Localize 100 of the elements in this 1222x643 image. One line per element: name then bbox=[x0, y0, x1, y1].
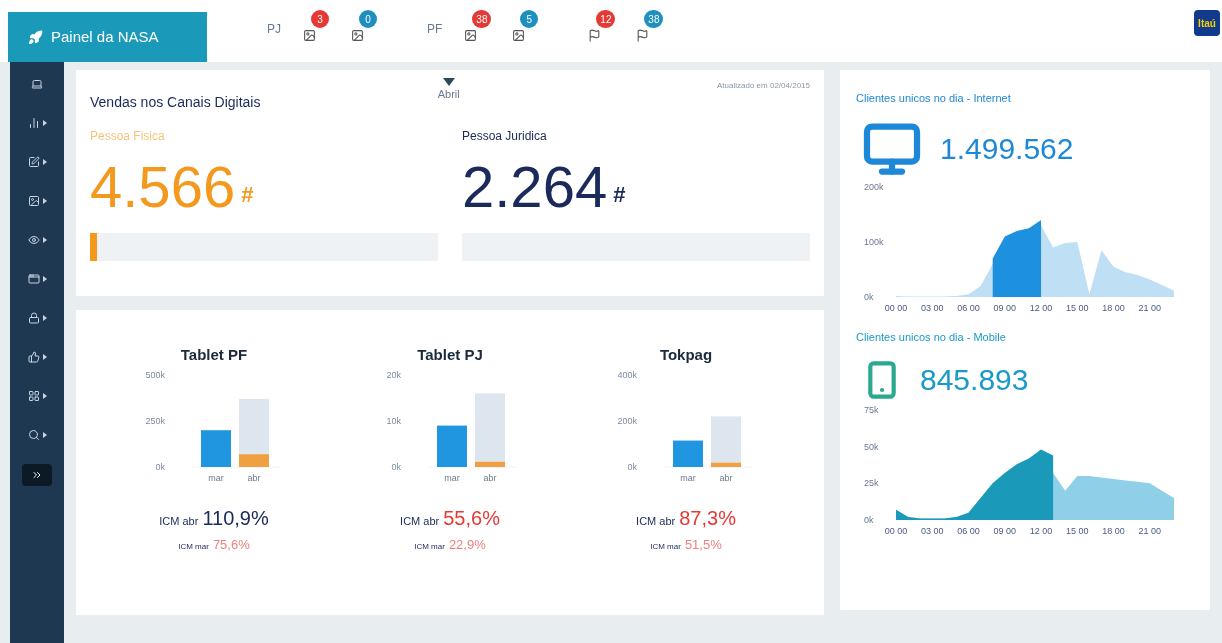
laptop-icon bbox=[31, 77, 43, 90]
count-badge: 5 bbox=[520, 10, 539, 28]
axis-label: 15 00 bbox=[1066, 526, 1089, 536]
image-icon bbox=[27, 194, 40, 207]
axis-label: mar bbox=[680, 472, 696, 483]
axis-label: 75k bbox=[864, 405, 879, 415]
count-badge: 38 bbox=[472, 10, 492, 28]
axis-label: 03 00 bbox=[921, 302, 944, 313]
segment-label: Pessoa Fisica bbox=[90, 128, 166, 145]
axis-label: 0k bbox=[627, 461, 637, 472]
updated-text: Atualizado em 02/04/2015 bbox=[717, 80, 810, 92]
icm-value: 55,6% bbox=[443, 505, 500, 531]
icm-label: ICM abr bbox=[400, 513, 440, 529]
caret-icon bbox=[42, 275, 47, 282]
icm-label: ICM mar bbox=[178, 540, 209, 553]
axis-label: 00 00 bbox=[884, 302, 908, 313]
group-label: PJ bbox=[267, 21, 281, 38]
segment-label: Pessoa Juridica bbox=[462, 128, 548, 145]
axis-label: 250k bbox=[145, 415, 165, 426]
flag-icon[interactable] bbox=[588, 29, 602, 42]
axis-label: 200k bbox=[864, 181, 884, 192]
icm-label: ICM mar bbox=[650, 540, 681, 553]
axis-label: abr bbox=[483, 472, 497, 483]
chart-title: Tablet PF bbox=[180, 345, 248, 365]
axis-label: 400k bbox=[617, 369, 637, 380]
axis-label: 00 00 bbox=[884, 526, 908, 536]
icm-value: 22,9% bbox=[448, 535, 486, 554]
unit-label: # bbox=[613, 181, 626, 209]
caret-down-icon bbox=[442, 78, 455, 86]
axis-label: 100k bbox=[864, 236, 884, 247]
image-icon[interactable] bbox=[512, 29, 526, 42]
axis-label: 09 00 bbox=[993, 302, 1017, 313]
axis-label: 18 00 bbox=[1102, 302, 1125, 313]
grid-icon bbox=[27, 389, 40, 402]
count-badge: 0 bbox=[359, 10, 377, 28]
caret-icon bbox=[42, 197, 47, 204]
icm-label: ICM abr bbox=[159, 513, 199, 529]
axis-label: 50k bbox=[864, 441, 879, 452]
client-count: 845.893 bbox=[920, 362, 1029, 398]
axis-label: mar bbox=[208, 472, 224, 483]
bar bbox=[201, 429, 231, 467]
section-title: Clientes unicos no dia - Internet bbox=[856, 91, 1012, 106]
rocket-icon bbox=[28, 29, 43, 45]
double-chevron-icon bbox=[31, 469, 43, 481]
brand-button[interactable]: Painel da NASA bbox=[8, 12, 207, 62]
axis-label: 03 00 bbox=[921, 526, 944, 536]
caret-icon bbox=[42, 236, 47, 243]
count-badge: 3 bbox=[311, 10, 329, 28]
count-badge: 38 bbox=[644, 10, 664, 28]
window-icon bbox=[27, 272, 40, 285]
flag-icon[interactable] bbox=[636, 29, 650, 42]
caret-icon bbox=[42, 158, 47, 165]
axis-label: 200k bbox=[617, 415, 637, 426]
axis-label: 0k bbox=[864, 515, 874, 525]
bank-logo: Itaú bbox=[1194, 10, 1220, 36]
bar bbox=[437, 425, 467, 467]
axis-label: abr bbox=[719, 472, 733, 483]
caret-icon bbox=[42, 314, 47, 321]
edit-icon bbox=[27, 155, 40, 168]
thumbs-up-icon bbox=[27, 350, 40, 363]
client-count: 1.499.562 bbox=[940, 131, 1074, 167]
count-badge: 12 bbox=[596, 10, 616, 28]
axis-label: 10k bbox=[386, 415, 401, 426]
axis-label: abr bbox=[247, 472, 261, 483]
segment-value: 2.264 bbox=[462, 157, 608, 217]
axis-label: 25k bbox=[864, 478, 879, 489]
eye-icon bbox=[27, 233, 40, 246]
axis-label: 06 00 bbox=[957, 526, 980, 536]
axis-label: 06 00 bbox=[957, 302, 980, 313]
axis-label: 0k bbox=[155, 461, 165, 472]
expand-button[interactable] bbox=[22, 464, 52, 486]
image-icon[interactable] bbox=[464, 29, 478, 42]
chart-title: Tokpag bbox=[659, 345, 713, 365]
axis-label: 12 00 bbox=[1029, 526, 1053, 536]
icm-value: 110,9% bbox=[202, 505, 269, 531]
axis-label: 18 00 bbox=[1102, 526, 1125, 536]
caret-icon bbox=[42, 353, 47, 360]
icm-label: ICM mar bbox=[414, 540, 445, 553]
image-icon[interactable] bbox=[351, 29, 364, 42]
segment-value: 4.566 bbox=[90, 157, 236, 217]
unit-label: # bbox=[241, 181, 254, 209]
month-label: Abril bbox=[437, 87, 460, 102]
icm-value: 75,6% bbox=[212, 535, 250, 554]
card-title: Vendas nos Canais Digitais bbox=[90, 93, 261, 112]
lock-icon bbox=[27, 311, 40, 324]
axis-label: 20k bbox=[386, 369, 401, 380]
axis-label: 12 00 bbox=[1029, 302, 1053, 313]
section-title: Clientes unicos no dia - Mobile bbox=[856, 329, 1007, 345]
axis-label: 0k bbox=[864, 291, 874, 302]
axis-label: 0k bbox=[391, 461, 401, 472]
caret-icon bbox=[42, 392, 47, 399]
axis-label: 21 00 bbox=[1138, 526, 1162, 536]
search-icon bbox=[27, 428, 40, 441]
group-label: PF bbox=[427, 21, 443, 38]
axis-label: 09 00 bbox=[993, 526, 1017, 536]
icm-label: ICM abr bbox=[636, 513, 676, 529]
axis-label: 21 00 bbox=[1138, 302, 1162, 313]
bar bbox=[673, 440, 703, 467]
icm-value: 87,3% bbox=[679, 505, 736, 531]
image-icon[interactable] bbox=[303, 29, 316, 42]
